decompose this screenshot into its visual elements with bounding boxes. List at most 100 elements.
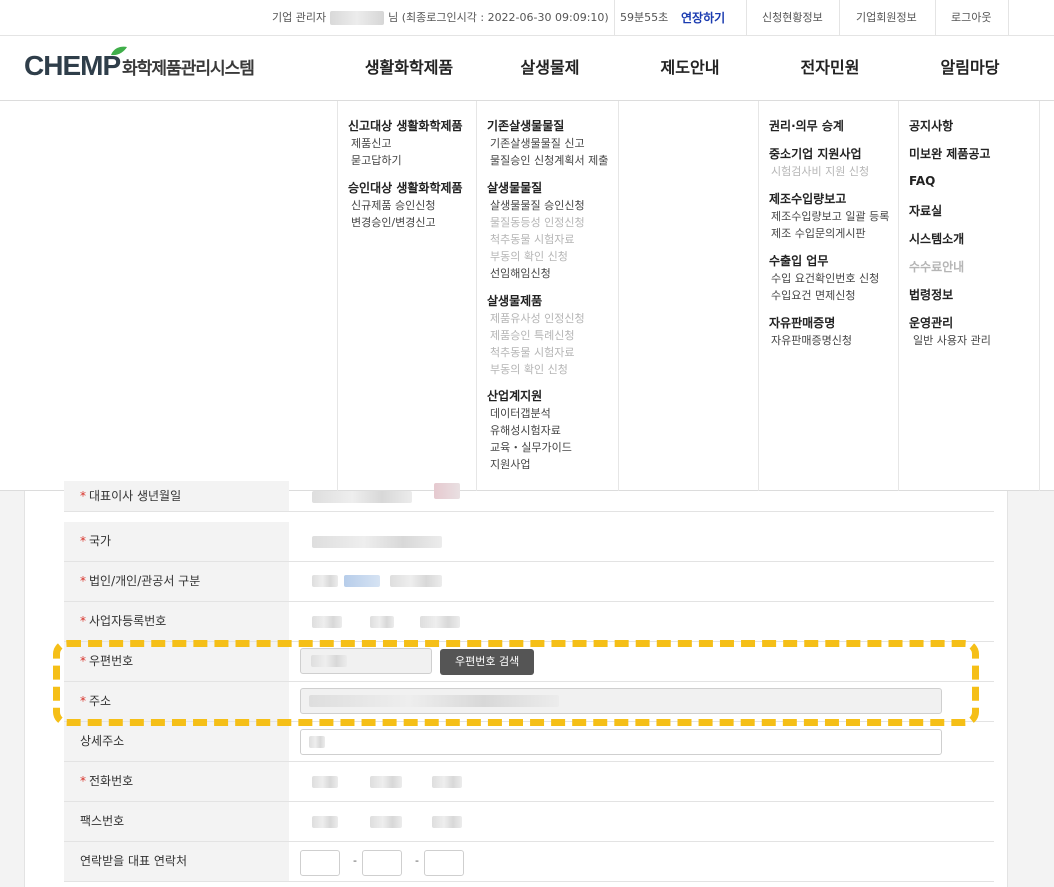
menu-archive[interactable]: 자료실: [909, 202, 942, 219]
menu-group[interactable]: 산업계지원: [487, 387, 542, 404]
menu-group[interactable]: 살생물물질: [487, 179, 542, 196]
menu-item-user-management[interactable]: 일반 사용자 관리: [913, 332, 991, 348]
site-logo[interactable]: CHEMP 화학제품관리시스템: [24, 46, 255, 90]
menu-item[interactable]: 교육・실무가이드: [490, 439, 572, 455]
form-row-ceo-birthdate: * 대표이사 생년월일: [64, 481, 994, 512]
business-number-part[interactable]: [370, 616, 394, 628]
contact-part-2-input[interactable]: [362, 850, 402, 876]
menu-item[interactable]: 기존살생물물질 신고: [490, 135, 585, 151]
phone-part[interactable]: [370, 776, 402, 788]
menu-fee-guide-disabled: 수수료안내: [909, 260, 965, 274]
divider: [839, 0, 840, 36]
role-label: 기업 관리자: [272, 11, 327, 24]
menu-item[interactable]: 제품신고: [351, 135, 391, 151]
nav-system-guide[interactable]: 제도안내: [630, 36, 750, 100]
menu-item[interactable]: 살생물물질 승인신청: [490, 197, 585, 213]
menu-item[interactable]: 제조 수입문의게시판: [771, 225, 866, 241]
logout-link[interactable]: 로그아웃: [951, 0, 991, 36]
country-select[interactable]: [312, 536, 442, 548]
fax-part[interactable]: [370, 816, 402, 828]
menu-item-disabled: 물질동등성 인정신청: [490, 216, 585, 229]
field-label: 팩스번호: [64, 802, 289, 841]
company-member-info-link[interactable]: 기업회원정보: [856, 0, 917, 36]
menu-item[interactable]: 자유판매증명신청: [771, 332, 852, 348]
menu-item-disabled: 제품유사성 인정신청: [490, 312, 585, 325]
dash: -: [353, 854, 357, 867]
business-number-part[interactable]: [420, 616, 460, 628]
zip-search-button[interactable]: 우편번호 검색: [440, 649, 535, 675]
menu-item[interactable]: 제조수입량보고 일괄 등록: [771, 208, 889, 224]
divider: [746, 0, 747, 36]
menu-notice[interactable]: 공지사항: [909, 117, 953, 134]
menu-item[interactable]: 물질승인 신청계획서 제출: [490, 152, 608, 168]
menu-item[interactable]: 데이터갭분석: [490, 405, 551, 421]
menu-item-disabled: 제품승인 특례신청: [490, 329, 575, 342]
menu-item[interactable]: 변경승인/변경신고: [351, 214, 436, 230]
menu-system-intro[interactable]: 시스템소개: [909, 230, 964, 247]
menu-item[interactable]: 수입요건 면제신청: [771, 287, 855, 303]
nav-civil-service[interactable]: 전자민원: [770, 36, 890, 100]
dash: -: [415, 854, 419, 867]
menu-item[interactable]: 신규제품 승인신청: [351, 197, 435, 213]
masked-value: [312, 491, 412, 503]
nav-notice-board[interactable]: 알림마당: [910, 36, 1030, 100]
menu-column-living-chemical: 신고대상 생활화학제품 제품신고 묻고답하기 승인대상 생활화학제품 신규제품 …: [337, 101, 476, 491]
address-input[interactable]: [300, 688, 942, 714]
fax-part[interactable]: [432, 816, 462, 828]
menu-unresolved-products[interactable]: 미보완 제품공고: [909, 145, 990, 162]
company-info-form: * 대표이사 생년월일 * 국가 * 법인/개인/관공서 구분 * 사업자등록번호 * 우…: [24, 481, 1008, 887]
phone-part[interactable]: [312, 776, 338, 788]
menu-operations[interactable]: 운영관리: [909, 314, 953, 331]
menu-item[interactable]: 수입 요건확인번호 신청: [771, 270, 879, 286]
business-number-part[interactable]: [312, 616, 342, 628]
menu-group[interactable]: 승인대상 생활화학제품: [348, 179, 463, 196]
menu-group[interactable]: 수출입 업무: [769, 252, 828, 269]
menu-item[interactable]: 지원사업: [490, 456, 530, 472]
form-row-entity-type: * 법인/개인/관공서 구분: [64, 562, 994, 602]
contact-part-3-input[interactable]: [424, 850, 464, 876]
entity-type-option-selected[interactable]: [344, 575, 380, 587]
phone-part[interactable]: [432, 776, 462, 788]
user-info: 기업 관리자 님 (최종로그인시각 : 2022-06-30 09:09:10): [272, 0, 609, 36]
menu-group[interactable]: 제조수입량보고: [769, 190, 846, 207]
menu-item-disabled: 시험검사비 지원 신청: [771, 165, 870, 178]
menu-group[interactable]: 신고대상 생활화학제품: [348, 117, 463, 134]
menu-group[interactable]: 기존살생물물질: [487, 117, 564, 134]
menu-legal-info[interactable]: 법령정보: [909, 286, 953, 303]
zip-code-input[interactable]: [300, 648, 432, 674]
menu-item[interactable]: 묻고답하기: [351, 152, 402, 168]
menu-group[interactable]: 살생물제품: [487, 292, 542, 309]
menu-group[interactable]: 권리·의무 승계: [769, 117, 844, 134]
menu-item[interactable]: 선임해임신청: [490, 265, 551, 281]
menu-group[interactable]: 자유판매증명: [769, 314, 835, 331]
nav-biocides[interactable]: 살생물제: [490, 36, 610, 100]
form-row-country: * 국가: [64, 522, 994, 562]
extend-session-button[interactable]: 연장하기: [681, 0, 725, 36]
field-label: * 주소: [64, 682, 289, 721]
divider: [1008, 0, 1009, 36]
menu-group[interactable]: 중소기업 지원사업: [769, 145, 862, 162]
form-row-representative-contact: 연락받을 대표 연락처 - -: [64, 842, 994, 882]
menu-item-disabled: 척추동물 시험자료: [490, 346, 575, 359]
masked-value: [309, 695, 559, 707]
menu-column-biocides: 기존살생물물질 기존살생물물질 신고 물질승인 신청계획서 제출 살생물물질 살…: [476, 101, 618, 491]
nav-living-chemical-products[interactable]: 생활화학제품: [348, 36, 470, 100]
menu-column-civil-service: 권리·의무 승계 중소기업 지원사업 시험검사비 지원 신청 제조수입량보고 제…: [758, 101, 898, 491]
menu-column-system-guide: [618, 101, 758, 491]
application-status-link[interactable]: 신청현황정보: [762, 0, 823, 36]
form-row-business-number: * 사업자등록번호: [64, 602, 994, 642]
field-label: * 법인/개인/관공서 구분: [64, 562, 289, 601]
contact-part-1-input[interactable]: [300, 850, 340, 876]
detail-address-input[interactable]: [300, 729, 942, 755]
field-label: 상세주소: [64, 722, 289, 761]
mega-dropdown-menu: 신고대상 생활화학제품 제품신고 묻고답하기 승인대상 생활화학제품 신규제품 …: [0, 101, 1054, 491]
menu-item-disabled: 부동의 확인 신청: [490, 363, 568, 376]
menu-item[interactable]: 유해성시험자료: [490, 422, 561, 438]
fax-part[interactable]: [312, 816, 338, 828]
menu-item-disabled: 부동의 확인 신청: [490, 250, 568, 263]
masked-value: [309, 736, 325, 748]
menu-faq[interactable]: FAQ: [909, 174, 935, 188]
entity-type-option[interactable]: [390, 575, 442, 587]
name-suffix: 님: [388, 11, 399, 24]
entity-type-option[interactable]: [312, 575, 338, 587]
